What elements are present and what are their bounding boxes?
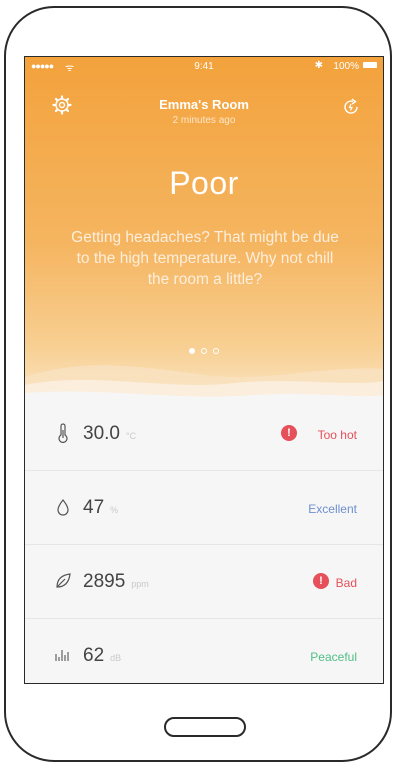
noise-status: Peaceful (310, 650, 357, 664)
air-quality-rating: Poor (169, 165, 239, 201)
humidity-drop-icon (57, 499, 69, 516)
noise-number: 62 (83, 645, 105, 666)
humidity-status: Excellent (308, 502, 357, 516)
metric-noise[interactable]: 62 dB Peaceful (25, 619, 383, 683)
battery-percentage: 100% (333, 61, 359, 72)
humidity-value: 47% (83, 497, 118, 519)
temperature-status: Too hot (317, 428, 357, 442)
room-name[interactable]: Emma's Room (25, 97, 383, 112)
co2-value: 2895 ppm (83, 571, 149, 593)
home-button[interactable] (164, 717, 246, 737)
advice-message: Getting headaches? That might be due to … (71, 229, 339, 288)
temperature-unit: °C (125, 431, 137, 441)
noise-bars-icon (55, 650, 69, 661)
status-bar: ●●●●● ᯤ 9:41 ✱ 100% (25, 57, 383, 75)
co2-status: Bad (335, 576, 357, 590)
metric-co2[interactable]: 2895 ppm ! Bad (25, 545, 383, 619)
humidity-number: 47 (83, 497, 105, 518)
co2-unit: ppm (131, 579, 149, 589)
status-time: 9:41 (194, 61, 214, 72)
co2-number: 2895 (83, 571, 126, 592)
last-updated: 2 minutes ago (172, 115, 236, 126)
leaf-icon (56, 573, 71, 588)
metric-humidity[interactable]: 47% Excellent (25, 471, 383, 545)
alert-icon: ! (313, 573, 329, 589)
metrics-list: 30.0 °C ! Too hot 47% Excellent 2895 ppm !… (25, 397, 383, 683)
noise-unit: dB (110, 653, 122, 663)
bluetooth-icon: ✱ (314, 60, 323, 71)
refresh-icon[interactable] (341, 97, 361, 117)
temperature-number: 30.0 (83, 423, 120, 444)
metric-temperature[interactable]: 30.0 °C ! Too hot (25, 397, 383, 471)
battery-icon (363, 62, 377, 68)
alert-icon: ! (281, 425, 297, 441)
air-quality-hero: ●●●●● ᯤ 9:41 ✱ 100% Emma's Room 2 minute… (25, 57, 383, 397)
noise-value: 62 dB (83, 645, 121, 667)
humidity-unit: % (110, 505, 119, 515)
thermometer-icon (58, 423, 68, 443)
temperature-value: 30.0 °C (83, 423, 136, 445)
app-screen: ●●●●● ᯤ 9:41 ✱ 100% Emma's Room 2 minute… (24, 56, 384, 684)
